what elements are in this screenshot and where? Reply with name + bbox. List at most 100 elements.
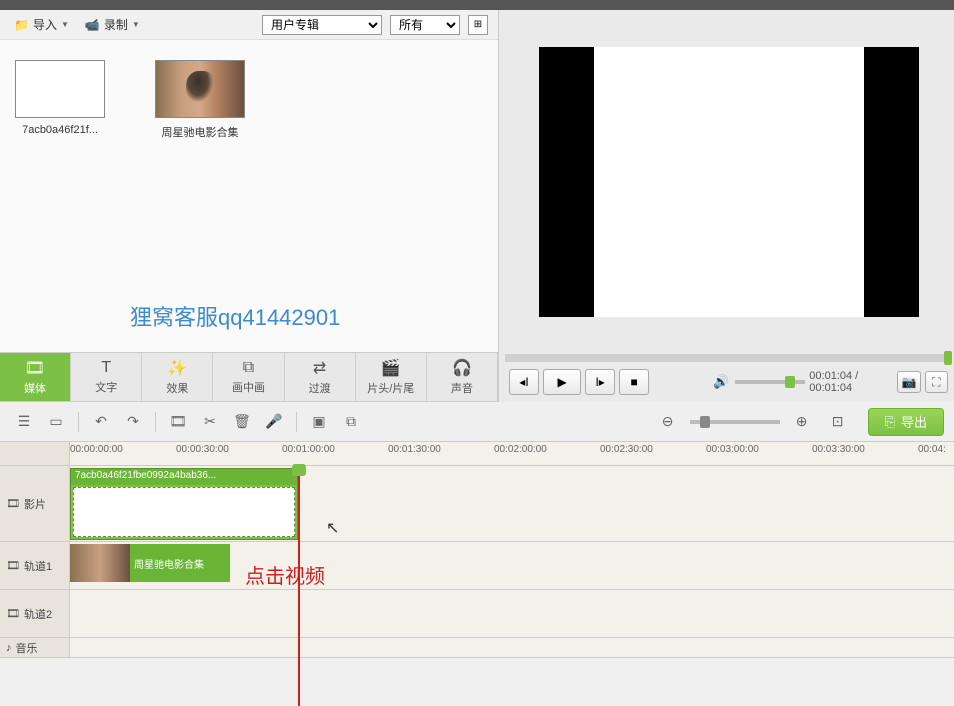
- import-label: 导入: [33, 16, 57, 33]
- edit-icon: 🎞: [169, 413, 187, 430]
- view-grid-button[interactable]: ⊞: [468, 15, 488, 35]
- tab-label: 画中画: [232, 379, 265, 395]
- mic-icon: 🎤: [265, 413, 282, 430]
- stop-icon: ■: [630, 375, 637, 389]
- tab-effect[interactable]: ✨ 效果: [142, 353, 213, 401]
- ruler-tick: 00:01:30:00: [388, 444, 441, 455]
- music-track: ♪ 音乐: [0, 638, 954, 658]
- scissors-icon: ✂: [204, 413, 216, 430]
- media-item-label: 7acb0a46f21f...: [22, 124, 98, 136]
- clip-label: 7acb0a46f21fbe0992a4bab36...: [71, 469, 297, 485]
- group-button[interactable]: ⧉: [337, 410, 365, 434]
- tab-text[interactable]: T 文字: [71, 353, 142, 401]
- minus-icon: ⊖: [662, 413, 674, 430]
- clip-thumbnail: [70, 544, 130, 582]
- effect-icon: ✨: [167, 358, 187, 378]
- filter-select[interactable]: 所有: [390, 15, 460, 35]
- ruler-tick: 00:02:30:00: [600, 444, 653, 455]
- volume-handle[interactable]: [785, 376, 795, 388]
- track-content[interactable]: [70, 638, 954, 657]
- sound-icon: 🎧: [452, 358, 472, 378]
- play-button[interactable]: ▶: [543, 369, 581, 395]
- volume-slider[interactable]: [735, 380, 805, 384]
- delete-button[interactable]: 🗑: [228, 410, 256, 434]
- camera-icon: 📷: [901, 375, 916, 389]
- zoom-fit-button[interactable]: ⊡: [824, 410, 852, 434]
- cut-button[interactable]: ✂: [196, 410, 224, 434]
- next-frame-button[interactable]: I▸: [585, 369, 615, 395]
- track-label: 🎞 轨道1: [0, 542, 70, 589]
- track-content[interactable]: 周星驰电影合集: [70, 542, 954, 589]
- record-button[interactable]: 📹 录制 ▼: [81, 14, 144, 35]
- prev-frame-button[interactable]: ◂I: [509, 369, 539, 395]
- undo-button[interactable]: ↶: [87, 410, 115, 434]
- ruler-tick: 00:02:00:00: [494, 444, 547, 455]
- ruler-tick: 00:03:30:00: [812, 444, 865, 455]
- media-panel: 📁 导入 ▼ 📹 录制 ▼ 用户专辑 所有 ⊞ 7acb0a46f21f.: [0, 10, 499, 402]
- import-button[interactable]: 📁 导入 ▼: [10, 14, 73, 35]
- intro-icon: 🎬: [381, 358, 401, 378]
- track-content[interactable]: 7acb0a46f21fbe0992a4bab36...: [70, 466, 954, 541]
- preview-content: [594, 47, 864, 317]
- tab-pip[interactable]: ⧉ 画中画: [213, 353, 284, 401]
- marker-button[interactable]: ▭: [42, 410, 70, 434]
- media-item[interactable]: 周星驰电影合集: [150, 60, 250, 140]
- scrub-handle[interactable]: [944, 351, 952, 365]
- transition-icon: ⇄: [313, 358, 326, 378]
- video-clip[interactable]: 7acb0a46f21fbe0992a4bab36...: [70, 468, 298, 540]
- edit-button[interactable]: 🎞: [164, 410, 192, 434]
- media-icon: 🎞: [25, 358, 45, 378]
- ruler-tick: 00:04:: [918, 444, 946, 455]
- record-label: 录制: [104, 16, 128, 33]
- voice-button[interactable]: 🎤: [260, 410, 288, 434]
- tab-label: 片头/片尾: [367, 380, 414, 396]
- album-select[interactable]: 用户专辑: [262, 15, 382, 35]
- next-frame-icon: I▸: [595, 375, 604, 389]
- tab-transition[interactable]: ⇄ 过渡: [285, 353, 356, 401]
- zoom-in-button[interactable]: ⊕: [788, 410, 816, 434]
- stop-button[interactable]: ■: [619, 369, 649, 395]
- redo-button[interactable]: ↷: [119, 410, 147, 434]
- camera-icon: 📹: [85, 18, 100, 32]
- text-icon: T: [101, 359, 111, 377]
- fullscreen-button[interactable]: ⛶: [925, 371, 948, 393]
- timeline-ruler[interactable]: 00:00:00:00 00:00:30:00 00:01:00:00 00:0…: [0, 442, 954, 466]
- playhead[interactable]: [298, 466, 300, 706]
- chevron-down-icon: ▼: [61, 20, 69, 29]
- trash-icon: 🗑: [233, 413, 251, 430]
- preview-canvas[interactable]: [539, 47, 919, 317]
- zoom-out-button[interactable]: ⊖: [654, 410, 682, 434]
- tab-label: 声音: [451, 380, 473, 396]
- tab-intro[interactable]: 🎬 片头/片尾: [356, 353, 427, 401]
- export-button[interactable]: ⎘ 导出: [868, 408, 944, 436]
- tab-media[interactable]: 🎞 媒体: [0, 353, 71, 401]
- time-display: 00:01:04 / 00:01:04: [809, 370, 887, 394]
- grid-icon: ⊞: [474, 19, 482, 30]
- crop-button[interactable]: ▣: [305, 410, 333, 434]
- zoom-handle[interactable]: [700, 416, 710, 428]
- track-label: 🎞 轨道2: [0, 590, 70, 637]
- snapshot-button[interactable]: 📷: [897, 371, 920, 393]
- media-toolbar: 📁 导入 ▼ 📹 录制 ▼ 用户专辑 所有 ⊞: [0, 10, 498, 40]
- film-icon: 🎞: [6, 497, 20, 510]
- track-content[interactable]: [70, 590, 954, 637]
- tab-sound[interactable]: 🎧 声音: [427, 353, 498, 401]
- volume-icon[interactable]: 🔊: [713, 374, 729, 390]
- media-thumbnail: [155, 60, 245, 118]
- tab-label: 媒体: [24, 380, 46, 396]
- export-label: 导出: [901, 412, 927, 431]
- scrub-bar[interactable]: [505, 354, 952, 362]
- crop-icon: ▣: [312, 413, 325, 430]
- settings-button[interactable]: ☰: [10, 410, 38, 434]
- media-item[interactable]: 7acb0a46f21f...: [10, 60, 110, 136]
- preview-panel: ◂I ▶ I▸ ■ 🔊 00:01:04 / 00:01:04 📷 ⛶: [499, 10, 954, 402]
- ruler-tick: 00:00:00:00: [70, 444, 123, 455]
- pip-icon: ⧉: [243, 359, 254, 377]
- tab-label: 文字: [95, 379, 117, 395]
- zoom-slider[interactable]: [690, 420, 780, 424]
- timeline-area: ☰ ▭ ↶ ↷ 🎞 ✂ 🗑 🎤 ▣ ⧉ ⊖ ⊕ ⊡ ⎘ 导出 00:00:00:…: [0, 402, 954, 658]
- music-icon: ♪: [6, 642, 12, 654]
- track-name: 音乐: [16, 640, 38, 656]
- video-clip[interactable]: 周星驰电影合集: [70, 544, 230, 582]
- marker-icon: ▭: [49, 413, 62, 430]
